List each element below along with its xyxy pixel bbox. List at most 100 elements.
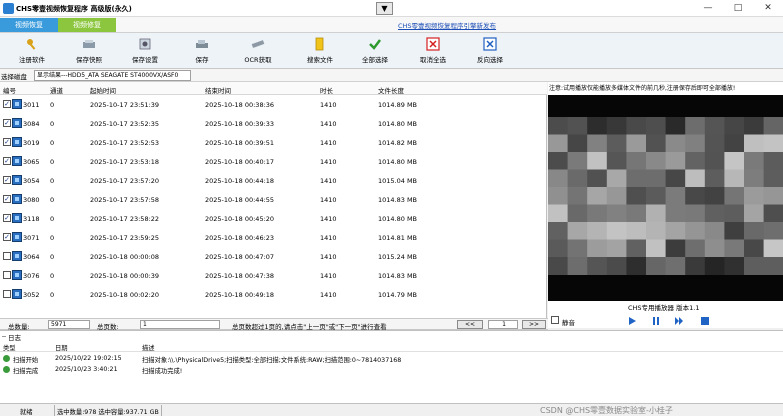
log-column-type[interactable]: 类型 [3,343,16,352]
save-button[interactable]: 保存 [177,36,227,67]
page-number-input[interactable]: 1 [488,320,518,329]
select-all-button[interactable]: 全部选择 [350,36,400,67]
uncheck-all-icon [426,37,440,51]
video-file-icon [12,175,22,185]
invert-selection-icon [483,37,497,51]
cell-duration: 1410 [320,139,337,147]
log-type: 扫描完成 [13,368,39,375]
row-checkbox[interactable]: ✓ [3,157,11,165]
cell-id: 3054 [23,177,40,185]
stop-icon[interactable] [701,317,709,325]
pause-icon[interactable] [652,317,660,325]
table-row[interactable]: ✓ 3011 0 2025-10-17 23:51:39 2025-10-18 00:3… [0,95,547,114]
table-row[interactable]: 3064 0 2025-10-18 00:00:08 2025-10-18 00:47… [0,247,547,266]
tab-video-recovery[interactable]: 视频恢复 [0,18,58,32]
minimize-button[interactable]: — [693,0,723,17]
close-button[interactable]: ✕ [753,0,783,17]
cell-start-time: 2025-10-17 23:59:25 [90,234,160,242]
table-row[interactable]: ✓ 3118 0 2025-10-17 23:58:22 2025-10-18 00:4… [0,209,547,228]
row-checkbox[interactable]: ✓ [3,233,11,241]
cell-file-size: 1014.81 MB [378,234,418,242]
disk-select[interactable]: 显示结果---HDD5_ATA SEAGATE ST4000VX/ASF0 [34,70,191,81]
row-checkbox[interactable] [3,290,11,298]
play-icon[interactable] [628,317,636,325]
log-description: 扫描成功完成! [142,368,183,375]
table-row[interactable]: 3076 0 2025-10-18 00:00:39 2025-10-18 00:47… [0,266,547,285]
row-checkbox[interactable]: ✓ [3,195,11,203]
log-column-date[interactable]: 日期 [55,343,68,352]
preview-panel: 注意:试用播放仅能播放多媒体文件的前几秒,注册保存后即可全部播放! [548,82,783,318]
cell-file-size: 1014.89 MB [378,101,418,109]
search-files-button[interactable]: 搜索文件 [295,36,345,67]
cell-start-time: 2025-10-17 23:57:20 [90,177,160,185]
settings-icon [139,38,151,50]
cell-id: 3084 [23,120,40,128]
watermark: CSDN @CHS零壹数据实验室-小桂子 [540,406,673,415]
row-checkbox[interactable]: ✓ [3,214,11,222]
deselect-all-button[interactable]: 取消全选 [408,36,458,67]
cell-file-size: 1014.79 MB [378,291,418,299]
trial-notice: 注意:试用播放仅能播放多媒体文件的前几秒,注册保存后即可全部播放! [549,85,736,92]
cell-channel: 0 [50,120,55,128]
log-divider [2,336,6,337]
cell-file-size: 1014.80 MB [378,158,418,166]
register-button[interactable]: 注册软件 [7,36,57,67]
maximize-button[interactable]: □ [723,0,753,17]
cell-id: 3019 [23,139,40,147]
log-row[interactable]: 扫描开始 2025/10/22 19:02:15 扫描对象:\\.\Physic… [0,353,783,364]
table-row[interactable]: ✓ 3084 0 2025-10-17 23:52:35 2025-10-18 00:3… [0,114,547,133]
disk-selection-row: 选择磁盘 显示结果---HDD5_ATA SEAGATE ST4000VX/AS… [0,69,783,82]
table-row[interactable]: ✓ 3019 0 2025-10-17 23:52:53 2025-10-18 00:3… [0,133,547,152]
table-row[interactable]: ✓ 3054 0 2025-10-17 23:57:20 2025-10-18 00:4… [0,171,547,190]
row-checkbox[interactable]: ✓ [3,138,11,146]
cell-end-time: 2025-10-18 00:38:36 [205,101,275,109]
log-column-description[interactable]: 描述 [142,343,155,352]
row-checkbox[interactable] [3,271,11,279]
cell-file-size: 1014.80 MB [378,215,418,223]
next-page-button[interactable]: >> [522,320,546,329]
cell-file-size: 1014.83 MB [378,272,418,280]
collapse-toolbar-button[interactable]: ▼ [376,2,393,15]
video-file-icon [12,137,22,147]
table-row[interactable]: ✓ 3080 0 2025-10-17 23:57:58 2025-10-18 00:4… [0,190,547,209]
video-file-icon [12,156,22,166]
ocr-button[interactable]: OCR获取 [233,36,283,67]
column-start-time[interactable]: 起始时间 [90,85,116,95]
search-folder-icon [315,37,324,51]
cell-id: 3071 [23,234,40,242]
column-channel[interactable]: 通道 [50,85,63,95]
column-duration[interactable]: 时长 [320,85,333,95]
cell-id: 3118 [23,215,40,223]
column-file-size[interactable]: 文件长度 [378,85,404,95]
cell-end-time: 2025-10-18 00:47:38 [205,272,275,280]
column-end-time[interactable]: 结束时间 [205,85,231,95]
save-snapshot-button[interactable]: 保存快照 [64,36,114,67]
log-row[interactable]: 扫描完成 2025/10/23 3:40:21 扫描成功完成! [0,364,783,375]
row-checkbox[interactable] [3,252,11,260]
save-settings-button[interactable]: 保存设置 [120,36,170,67]
row-checkbox[interactable]: ✓ [3,176,11,184]
video-file-icon [12,270,22,280]
invert-selection-button[interactable]: 反向选择 [465,36,515,67]
tab-video-repair[interactable]: 视频修复 [58,18,116,32]
video-preview[interactable] [548,95,783,303]
cell-channel: 0 [50,253,55,261]
status-bar: 就绪 选中数量:978 选中容量:937.71 GB CSDN @CHS零壹数据… [0,403,783,416]
row-checkbox[interactable]: ✓ [3,119,11,127]
row-checkbox[interactable]: ✓ [3,100,11,108]
table-row[interactable]: ✓ 3065 0 2025-10-17 23:53:18 2025-10-18 00:4… [0,152,547,171]
total-pages-value: 1 [140,320,220,329]
cell-start-time: 2025-10-18 00:00:08 [90,253,160,261]
log-date: 2025/10/22 19:02:15 [55,355,122,362]
fast-forward-icon[interactable] [675,317,683,325]
table-row[interactable]: 3052 0 2025-10-18 00:02:20 2025-10-18 00:49… [0,285,547,304]
mute-checkbox[interactable] [551,316,559,324]
cell-start-time: 2025-10-17 23:53:18 [90,158,160,166]
cell-start-time: 2025-10-18 00:02:20 [90,291,160,299]
promo-link[interactable]: CHS零壹视频恢复程序引擎新发布 [398,20,496,30]
disk-label: 选择磁盘 [1,73,27,81]
title-bar: CHS零壹视频恢复程序 高级版(永久) ▼ — □ ✕ [0,0,783,17]
column-id[interactable]: 编号 [3,85,16,95]
table-row[interactable]: ✓ 3071 0 2025-10-17 23:59:25 2025-10-18 00:4… [0,228,547,247]
prev-page-button[interactable]: << [457,320,483,329]
